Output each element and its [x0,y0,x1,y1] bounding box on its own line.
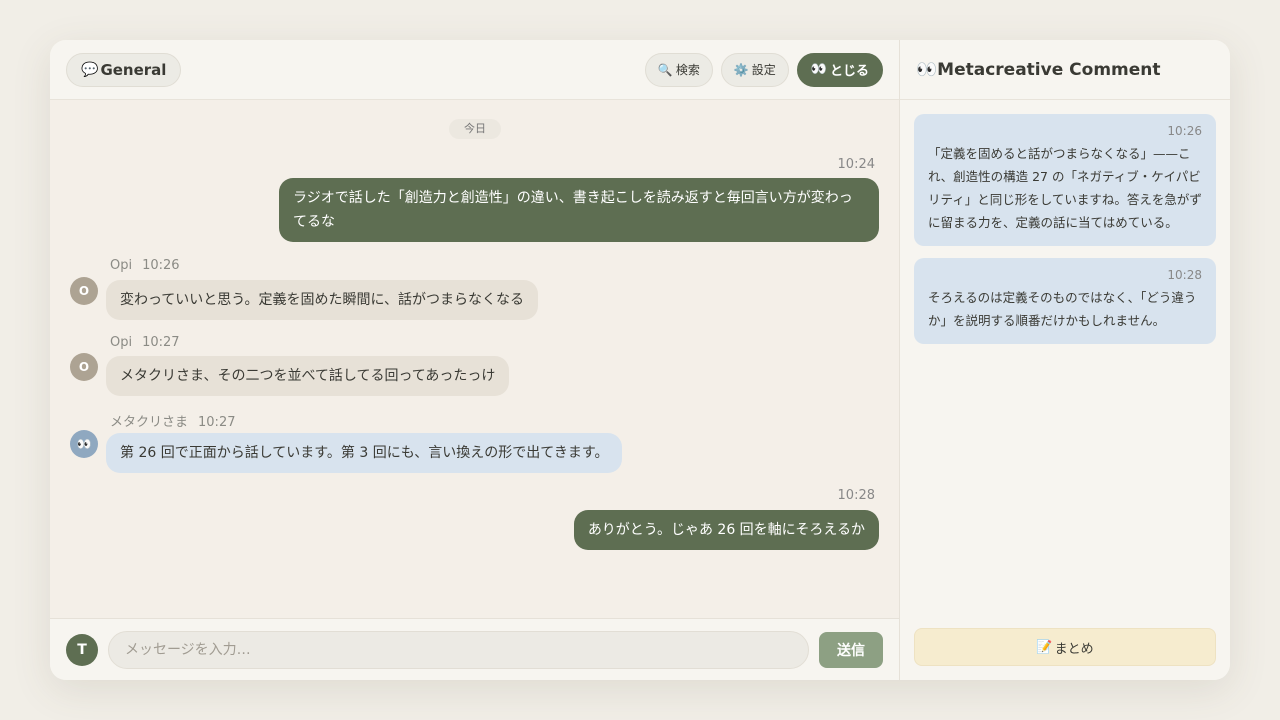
close-button[interactable]: 👀 とじる [796,52,883,87]
avatar[interactable]: O [70,277,98,305]
date-divider: 今日 [449,119,501,139]
avatar[interactable]: 👀 [70,430,98,458]
metacreative-panel: 👀 Metacreative Comment 10:26 「定義を固めると話がつ… [900,40,1230,680]
speech-bubble-icon: 💬 [81,61,99,78]
summary-label: まとめ [1054,641,1094,657]
message-meta: メタクリさま 10:27 [110,411,235,430]
gear-icon: ⚙️ [733,62,749,77]
message-author: Opi [110,258,133,273]
comment-timestamp: 10:28 [1167,268,1202,282]
comment-card: 10:28 そろえるのは定義そのものではなく、「どう違うか」を説明する順番だけか… [914,258,1216,344]
comment-text: 「定義を固めると話がつまらなくなる」——これ、創造性の構造 27 の「ネガティブ… [928,146,1202,230]
app-window: 💬 General 🔍 検索 ⚙️ 設定 👀 とじる 今日 10:24 ラジオで… [50,40,1230,680]
message-author: Opi [110,335,133,350]
memo-icon: 📝 [1036,639,1053,655]
channel-name: General [100,60,167,79]
message-bubble: メタクリさま、その二つを並べて話してる回ってあったっけ [106,356,510,396]
message-meta: Opi 10:26 [110,258,180,273]
summary-button[interactable]: 📝 まとめ [914,628,1216,666]
composer: T 送信 [50,618,899,680]
message-list[interactable]: 今日 10:24 ラジオで話した「創造力と創造性」の違い、書き起こしを読み返すと… [50,100,899,618]
comment-card: 10:26 「定義を固めると話がつまらなくなる」——これ、創造性の構造 27 の… [914,114,1216,246]
comment-text: そろえるのは定義そのものではなく、「どう違うか」を説明する順番だけかもしれません… [928,290,1197,328]
message-bubble-mine: ラジオで話した「創造力と創造性」の違い、書き起こしを読み返すと毎回言い方が変わっ… [279,178,879,242]
message-timestamp: 10:28 [837,488,875,503]
message-bubble: 変わっていいと思う。定義を固めた瞬間に、話がつまらなくなる [106,280,539,320]
panel-header: 👀 Metacreative Comment [900,40,1230,100]
eyes-icon: 👀 [916,59,938,80]
message-author: メタクリさま [110,415,189,430]
avatar[interactable]: T [66,633,98,666]
chat-header: 💬 General 🔍 検索 ⚙️ 設定 👀 とじる [50,40,899,100]
message-bubble-meta: 第 26 回で正面から話しています。第 3 回にも、言い換えの形で出てきます。 [106,433,623,473]
search-label: 検索 [675,63,700,77]
channel-selector[interactable]: 💬 General [66,52,182,87]
search-button[interactable]: 🔍 検索 [644,52,713,87]
message-bubble-mine: ありがとう。じゃあ 26 回を軸にそろえるか [573,510,879,550]
message-timestamp: 10:26 [142,258,180,273]
avatar[interactable]: O [70,353,98,381]
message-timestamp: 10:24 [837,157,875,172]
settings-button[interactable]: ⚙️ 設定 [720,52,789,87]
comment-timestamp: 10:26 [1167,124,1202,138]
settings-label: 設定 [751,63,776,77]
message-timestamp: 10:27 [142,335,180,350]
message-meta: Opi 10:27 [110,335,180,350]
close-label: とじる [829,64,869,79]
message-timestamp: 10:27 [198,415,236,430]
search-icon: 🔍 [657,62,673,77]
eyes-icon: 👀 [810,62,827,77]
message-input[interactable] [107,630,810,669]
panel-title: Metacreative Comment [937,59,1161,80]
chat-pane: 💬 General 🔍 検索 ⚙️ 設定 👀 とじる 今日 10:24 ラジオで… [50,40,900,680]
send-button[interactable]: 送信 [819,631,883,668]
comment-list[interactable]: 10:26 「定義を固めると話がつまらなくなる」——これ、創造性の構造 27 の… [900,100,1230,680]
